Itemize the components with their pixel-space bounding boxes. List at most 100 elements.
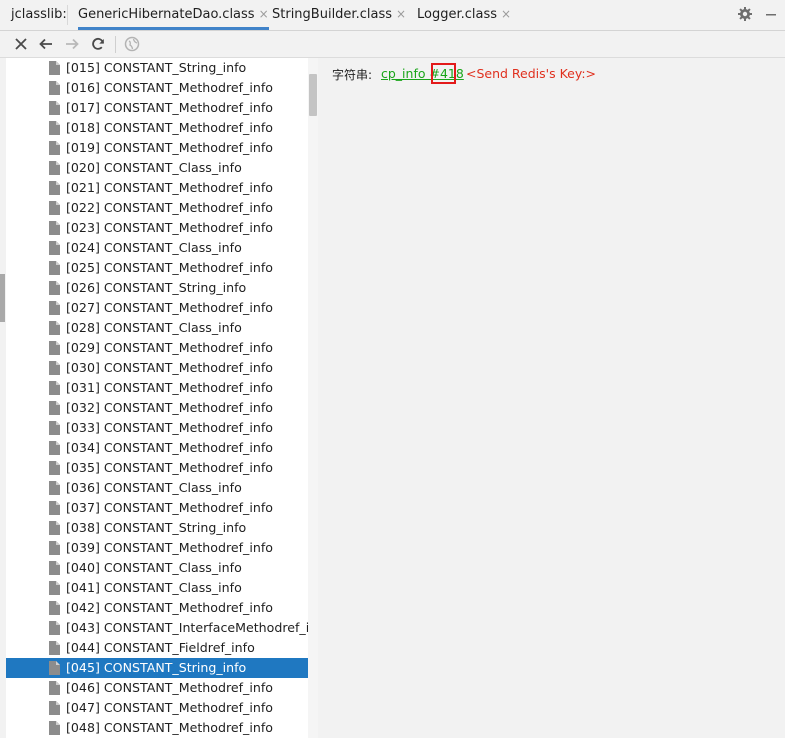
tree-item[interactable]: [038] CONSTANT_String_info xyxy=(6,518,308,538)
tree-item-label: [044] CONSTANT_Fieldref_info xyxy=(66,640,255,655)
annotation-highlight-box xyxy=(431,63,456,84)
tree-item-label: [041] CONSTANT_Class_info xyxy=(66,580,242,595)
tree-item[interactable]: [018] CONSTANT_Methodref_info xyxy=(6,118,308,138)
tree-item[interactable]: [040] CONSTANT_Class_info xyxy=(6,558,308,578)
gutter-marker xyxy=(0,274,5,322)
file-icon xyxy=(49,361,60,375)
tree-item[interactable]: [021] CONSTANT_Methodref_info xyxy=(6,178,308,198)
file-icon xyxy=(49,421,60,435)
tree-item-label: [020] CONSTANT_Class_info xyxy=(66,160,242,175)
string-value: <Send Redis's Key:> xyxy=(466,66,597,81)
tree-item[interactable]: [039] CONSTANT_Methodref_info xyxy=(6,538,308,558)
tree-item[interactable]: [028] CONSTANT_Class_info xyxy=(6,318,308,338)
scrollbar-thumb[interactable] xyxy=(309,74,317,116)
file-icon xyxy=(49,321,60,335)
file-icon xyxy=(49,401,60,415)
tree-item[interactable]: [024] CONSTANT_Class_info xyxy=(6,238,308,258)
editor-tab-bar: jclasslib: GenericHibernateDao.class × St… xyxy=(0,0,785,31)
tab-separator xyxy=(67,5,68,25)
tree-item-label: [023] CONSTANT_Methodref_info xyxy=(66,220,273,235)
tree-item[interactable]: [019] CONSTANT_Methodref_info xyxy=(6,138,308,158)
tree-item-label: [035] CONSTANT_Methodref_info xyxy=(66,460,273,475)
tab-stringbuilder[interactable]: StringBuilder.class × xyxy=(272,0,406,30)
tree-item[interactable]: [026] CONSTANT_String_info xyxy=(6,278,308,298)
file-icon xyxy=(49,721,60,735)
string-field-label: 字符串: xyxy=(332,68,373,82)
tree-item[interactable]: [035] CONSTANT_Methodref_info xyxy=(6,458,308,478)
refresh-icon[interactable] xyxy=(89,35,107,53)
tab-close-icon[interactable]: × xyxy=(396,7,406,21)
minimize-icon[interactable] xyxy=(763,6,779,22)
file-icon xyxy=(49,481,60,495)
file-icon xyxy=(49,701,60,715)
file-icon xyxy=(49,141,60,155)
tree-item[interactable]: [033] CONSTANT_Methodref_info xyxy=(6,418,308,438)
tree-item[interactable]: [030] CONSTANT_Methodref_info xyxy=(6,358,308,378)
tree-item-label: [022] CONSTANT_Methodref_info xyxy=(66,200,273,215)
tab-logger[interactable]: Logger.class × xyxy=(417,0,511,30)
tree-item[interactable]: [043] CONSTANT_InterfaceMethodref_in... xyxy=(6,618,308,638)
tree-item[interactable]: [031] CONSTANT_Methodref_info xyxy=(6,378,308,398)
tree-item[interactable]: [034] CONSTANT_Methodref_info xyxy=(6,438,308,458)
back-arrow-icon[interactable] xyxy=(37,35,55,53)
tree-item[interactable]: [045] CONSTANT_String_info xyxy=(6,658,308,678)
tree-item-label: [048] CONSTANT_Methodref_info xyxy=(66,720,273,735)
tree-item-label: [031] CONSTANT_Methodref_info xyxy=(66,380,273,395)
constant-pool-tree[interactable]: [015] CONSTANT_String_info [016] CONSTANT… xyxy=(6,58,308,738)
close-icon[interactable] xyxy=(12,35,30,53)
tree-item[interactable]: [015] CONSTANT_String_info xyxy=(6,58,308,78)
tree-item[interactable]: [027] CONSTANT_Methodref_info xyxy=(6,298,308,318)
tree-item-label: [043] CONSTANT_InterfaceMethodref_in... xyxy=(66,620,308,635)
tree-item-label: [026] CONSTANT_String_info xyxy=(66,280,247,295)
tree-item[interactable]: [023] CONSTANT_Methodref_info xyxy=(6,218,308,238)
tree-item[interactable]: [042] CONSTANT_Methodref_info xyxy=(6,598,308,618)
file-icon xyxy=(49,81,60,95)
tree-item-label: [038] CONSTANT_String_info xyxy=(66,520,247,535)
tree-item[interactable]: [025] CONSTANT_Methodref_info xyxy=(6,258,308,278)
tab-label: StringBuilder.class xyxy=(272,7,392,22)
file-icon xyxy=(49,681,60,695)
tab-close-icon[interactable]: × xyxy=(259,7,269,21)
tree-item-label: [015] CONSTANT_String_info xyxy=(66,60,247,75)
file-icon xyxy=(49,61,60,75)
file-icon xyxy=(49,441,60,455)
tree-item[interactable]: [037] CONSTANT_Methodref_info xyxy=(6,498,308,518)
tab-label: Logger.class xyxy=(417,7,498,22)
file-icon xyxy=(49,661,60,675)
tree-scrollbar[interactable] xyxy=(308,58,318,738)
tree-item[interactable]: [017] CONSTANT_Methodref_info xyxy=(6,98,308,118)
tree-item-label: [033] CONSTANT_Methodref_info xyxy=(66,420,273,435)
tree-item[interactable]: [036] CONSTANT_Class_info xyxy=(6,478,308,498)
tree-item-label: [021] CONSTANT_Methodref_info xyxy=(66,180,273,195)
file-icon xyxy=(49,381,60,395)
tab-close-icon[interactable]: × xyxy=(501,7,511,21)
tree-item[interactable]: [044] CONSTANT_Fieldref_info xyxy=(6,638,308,658)
tab-generichibernatedao[interactable]: GenericHibernateDao.class × xyxy=(78,0,269,30)
file-icon xyxy=(49,501,60,515)
tree-item-label: [027] CONSTANT_Methodref_info xyxy=(66,300,273,315)
tree-item[interactable]: [016] CONSTANT_Methodref_info xyxy=(6,78,308,98)
tree-item[interactable]: [020] CONSTANT_Class_info xyxy=(6,158,308,178)
tree-item-label: [042] CONSTANT_Methodref_info xyxy=(66,600,273,615)
tree-item[interactable]: [041] CONSTANT_Class_info xyxy=(6,578,308,598)
file-icon xyxy=(49,641,60,655)
tree-item[interactable]: [048] CONSTANT_Methodref_info xyxy=(6,718,308,738)
file-icon xyxy=(49,601,60,615)
tree-item[interactable]: [029] CONSTANT_Methodref_info xyxy=(6,338,308,358)
file-icon xyxy=(49,581,60,595)
tree-item[interactable]: [022] CONSTANT_Methodref_info xyxy=(6,198,308,218)
tree-item-label: [024] CONSTANT_Class_info xyxy=(66,240,242,255)
file-icon xyxy=(49,101,60,115)
tree-item-label: [016] CONSTANT_Methodref_info xyxy=(66,80,273,95)
tree-item-label: [017] CONSTANT_Methodref_info xyxy=(66,100,273,115)
tree-item[interactable]: [046] CONSTANT_Methodref_info xyxy=(6,678,308,698)
tool-window-label: jclasslib: xyxy=(11,7,67,22)
file-icon xyxy=(49,341,60,355)
gear-icon[interactable] xyxy=(737,6,753,22)
file-icon xyxy=(49,161,60,175)
tree-item-label: [036] CONSTANT_Class_info xyxy=(66,480,242,495)
tree-item[interactable]: [047] CONSTANT_Methodref_info xyxy=(6,698,308,718)
tree-item[interactable]: [032] CONSTANT_Methodref_info xyxy=(6,398,308,418)
file-icon xyxy=(49,461,60,475)
tab-label: GenericHibernateDao.class xyxy=(78,7,255,22)
